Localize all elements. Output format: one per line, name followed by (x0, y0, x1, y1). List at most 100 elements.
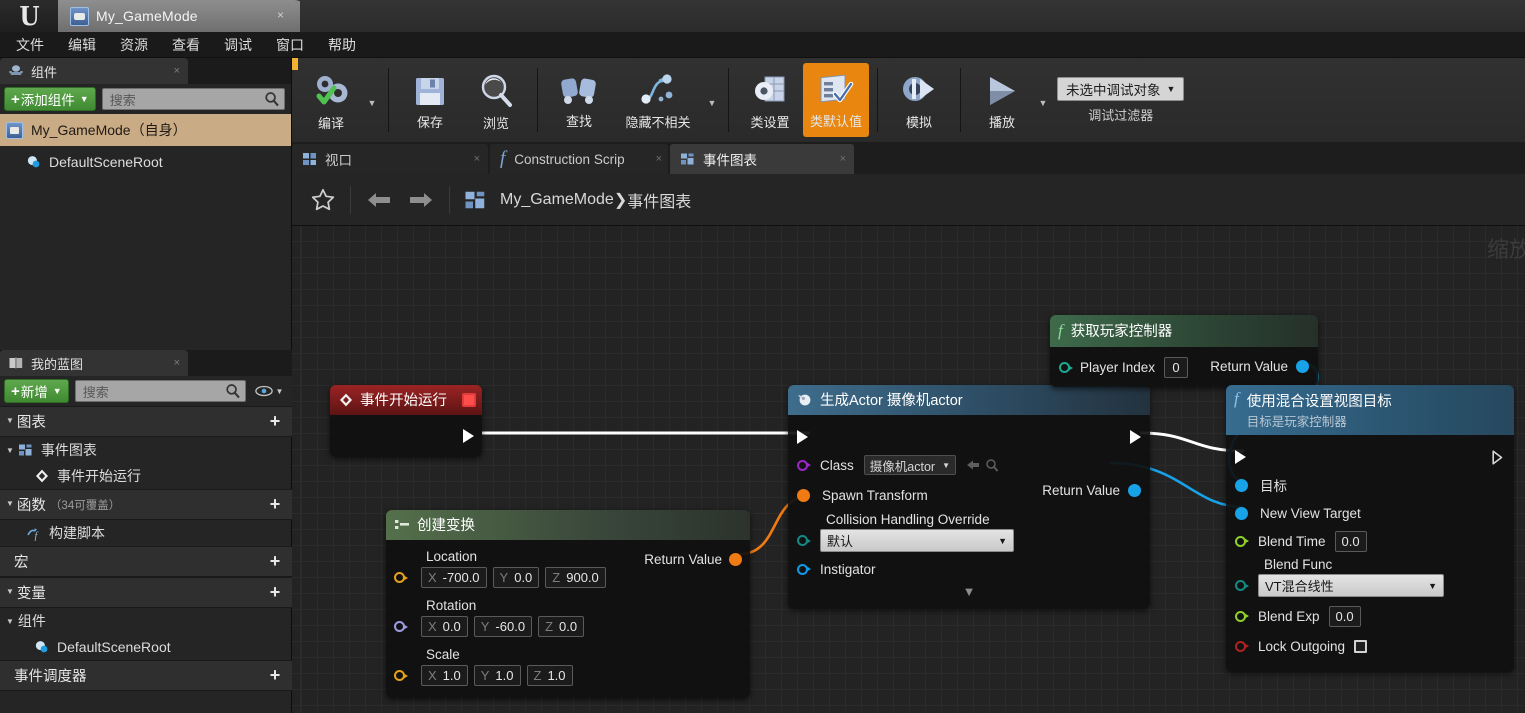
item-defaultsceneroot-var[interactable]: DefaultSceneRoot (0, 634, 292, 660)
rotation-z-field[interactable]: Z 0.0 (538, 616, 585, 637)
add-variable-button[interactable]: + (264, 582, 286, 603)
close-icon[interactable]: × (277, 9, 284, 21)
debug-object-select[interactable]: 未选中调试对象 ▼ (1057, 76, 1185, 101)
compile-dropdown-icon[interactable]: ▼ (364, 58, 380, 142)
item-components-group[interactable]: ▼ 组件 (0, 608, 292, 634)
item-construction-script[interactable]: f 构建脚本 (0, 520, 292, 546)
return-value-pin[interactable] (1296, 360, 1309, 373)
class-settings-button[interactable]: 类设置 (737, 58, 803, 142)
scale-x-field[interactable]: X 1.0 (421, 665, 468, 686)
collision-pin[interactable] (797, 535, 811, 546)
play-dropdown-icon[interactable]: ▼ (1035, 58, 1051, 142)
tab-viewport[interactable]: 视口 × (292, 144, 488, 174)
menu-item-window[interactable]: 窗口 (264, 32, 316, 58)
tab-event-graph[interactable]: 事件图表 × (670, 144, 854, 174)
section-graphs[interactable]: ▼ 图表 + (0, 406, 292, 437)
blend-func-pin[interactable] (1235, 580, 1249, 591)
find-button[interactable]: 查找 (546, 58, 612, 142)
scale-z-field[interactable]: Z 1.0 (526, 665, 573, 686)
section-variables[interactable]: ▼ 变量 + (0, 577, 292, 608)
close-icon[interactable]: × (840, 153, 846, 165)
target-pin[interactable] (1235, 478, 1248, 492)
class-select[interactable]: 摄像机actor ▼ (863, 455, 956, 475)
save-button[interactable]: 保存 (397, 58, 463, 142)
location-z-field[interactable]: Z 900.0 (545, 567, 606, 588)
simulate-button[interactable]: 模拟 (886, 58, 952, 142)
rotation-y-field[interactable]: Y -60.0 (473, 616, 533, 637)
section-event-dispatchers[interactable]: 事件调度器 + (0, 660, 292, 691)
return-value-pin[interactable] (1128, 484, 1141, 497)
node-spawn-actor[interactable]: 生成Actor 摄像机actor Class 摄像机actor ▼ Spawn … (788, 385, 1150, 609)
node-set-view-target-with-blend[interactable]: f 使用混合设置视图目标 目标是玩家控制器 目标 New View Target… (1226, 385, 1514, 672)
browse-button[interactable]: 浏览 (463, 58, 529, 142)
return-value-pin[interactable] (729, 553, 742, 566)
window-tab-my-gamemode[interactable]: My_GameMode × (58, 0, 308, 32)
add-macro-button[interactable]: + (264, 551, 286, 572)
exec-output-pin[interactable] (1130, 430, 1141, 444)
expander-icon[interactable]: ▼ (6, 446, 14, 455)
close-icon[interactable]: × (174, 357, 180, 369)
visibility-filter-button[interactable]: ▼ (252, 380, 286, 402)
location-y-field[interactable]: Y 0.0 (492, 567, 540, 588)
class-pin[interactable] (797, 459, 811, 471)
hide-unrelated-button[interactable]: 隐藏不相关 (612, 58, 704, 142)
blend-exp-field[interactable]: 0.0 (1328, 605, 1361, 627)
expander-icon[interactable]: ▼ (6, 499, 14, 508)
tab-my-blueprint[interactable]: 我的蓝图 × (0, 350, 188, 376)
compile-button[interactable]: 编译 (298, 58, 364, 142)
exec-output-pin[interactable] (463, 429, 474, 443)
scale-pin[interactable] (394, 670, 408, 681)
node-event-begin-play[interactable]: 事件开始运行 (330, 385, 482, 457)
node-get-player-controller[interactable]: f 获取玩家控制器 Player Index 0 Return Value (1050, 315, 1318, 387)
play-button[interactable]: 播放 (969, 58, 1035, 142)
menu-item-edit[interactable]: 编辑 (56, 32, 108, 58)
location-x-field[interactable]: X -700.0 (421, 567, 487, 588)
collision-select[interactable]: 默认 ▼ (820, 529, 1014, 552)
close-icon[interactable]: × (656, 153, 662, 165)
rotation-x-field[interactable]: X 0.0 (421, 616, 468, 637)
tab-components[interactable]: 组件 × (0, 58, 188, 84)
components-search-input[interactable]: 搜索 (101, 88, 285, 110)
myblueprint-search-input[interactable]: 搜索 (74, 380, 246, 402)
lock-outgoing-pin[interactable] (1235, 640, 1249, 652)
section-macros[interactable]: 宏 + (0, 546, 292, 577)
event-graph-canvas[interactable]: 缩放 My_GameMode ❯ 事件图表 事件开始运行 创建变换 Return… (292, 174, 1525, 713)
new-view-target-pin[interactable] (1235, 506, 1248, 520)
menu-item-debug[interactable]: 调试 (212, 32, 264, 58)
menu-item-help[interactable]: 帮助 (316, 32, 368, 58)
tab-construction-script[interactable]: f Construction Scrip × (490, 144, 668, 174)
section-functions[interactable]: ▼ 函数 （34可覆盖） + (0, 489, 292, 520)
add-event-dispatcher-button[interactable]: + (264, 665, 286, 686)
expander-icon[interactable]: ▼ (6, 416, 14, 425)
node-make-transform[interactable]: 创建变换 Return Value Location X -700.0 Y 0.0 … (386, 510, 750, 698)
lock-outgoing-checkbox[interactable] (1354, 639, 1368, 653)
component-row-my-gamemode[interactable]: My_GameMode（自身） (0, 114, 291, 146)
class-defaults-button[interactable]: 类默认值 (803, 63, 869, 137)
expander-icon[interactable]: ▼ (6, 587, 14, 596)
close-icon[interactable]: × (474, 153, 480, 165)
exec-output-pin[interactable] (1492, 449, 1505, 465)
exec-input-pin[interactable] (797, 430, 808, 444)
menu-item-file[interactable]: 文件 (4, 32, 56, 58)
player-index-pin[interactable] (1059, 362, 1073, 373)
expander-icon[interactable]: ▼ (6, 617, 14, 626)
blend-exp-pin[interactable] (1235, 610, 1249, 622)
component-row-defaultsceneroot[interactable]: DefaultSceneRoot (0, 146, 291, 178)
blend-time-field[interactable]: 0.0 (1334, 530, 1367, 552)
location-pin[interactable] (394, 572, 408, 583)
instigator-pin[interactable] (797, 563, 811, 575)
node-expander-icon[interactable]: ▼ (788, 584, 1150, 599)
player-index-field[interactable]: 0 (1164, 357, 1189, 378)
spawn-transform-pin[interactable] (797, 488, 810, 502)
add-function-button[interactable]: + (264, 494, 286, 515)
item-event-begin-play[interactable]: 事件开始运行 (0, 463, 292, 489)
hide-unrelated-dropdown-icon[interactable]: ▼ (704, 58, 720, 142)
add-component-button[interactable]: + 添加组件 ▼ (4, 87, 96, 111)
blend-func-select[interactable]: VT混合线性 ▼ (1258, 574, 1444, 597)
add-graph-button[interactable]: + (264, 411, 286, 432)
rotation-pin[interactable] (394, 621, 408, 632)
blend-time-pin[interactable] (1235, 535, 1249, 547)
reset-arrow-icon[interactable] (965, 458, 981, 472)
scale-y-field[interactable]: Y 1.0 (473, 665, 521, 686)
item-event-graph[interactable]: ▼ 事件图表 (0, 437, 292, 463)
